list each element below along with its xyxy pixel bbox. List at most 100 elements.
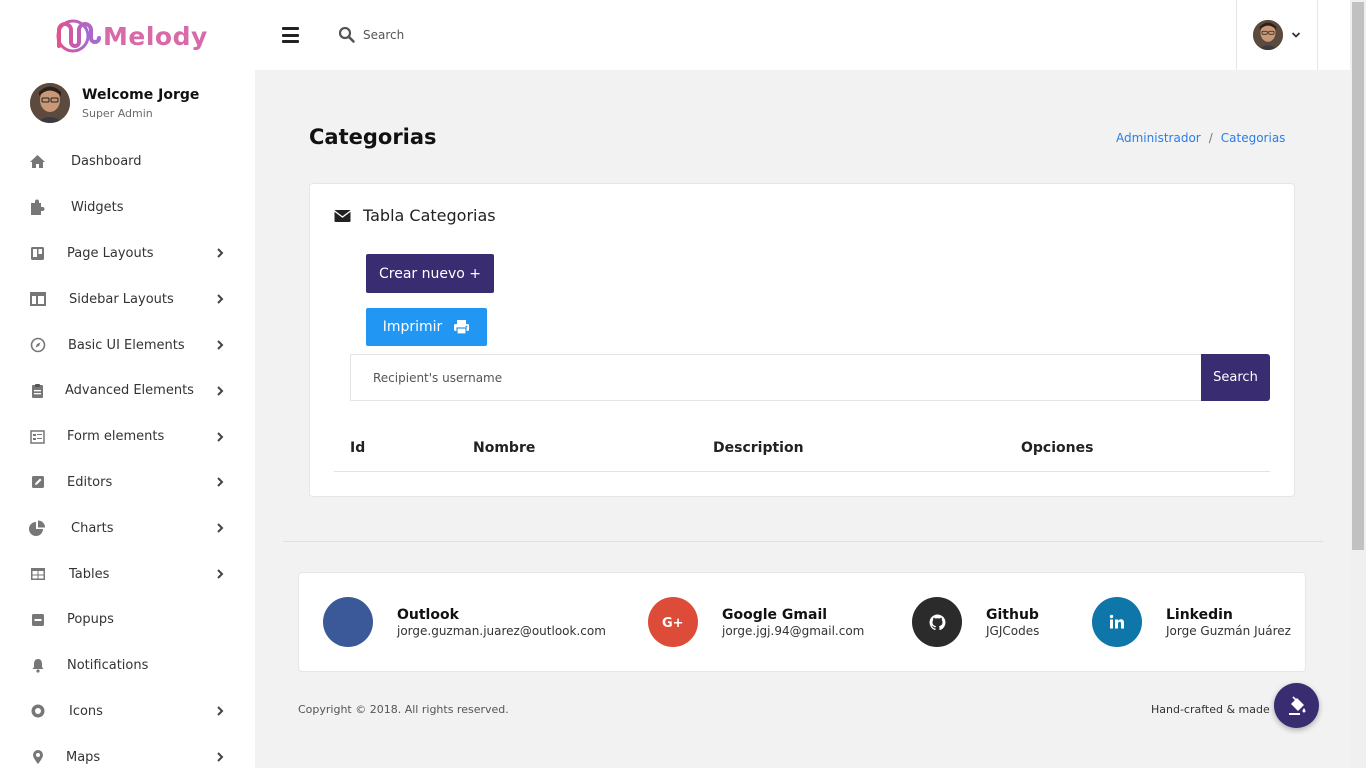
sidebar-item-label: Icons <box>69 703 103 719</box>
bell-icon <box>29 657 46 674</box>
footer-copyright: Copyright © 2018. All rights reserved. <box>298 703 509 716</box>
contact-name: Github <box>986 606 1039 623</box>
sidebar-profile[interactable]: Welcome Jorge Super Admin <box>30 83 199 123</box>
contact-linkedin[interactable]: Linkedin Jorge Guzmán Juárez <box>1092 597 1291 647</box>
chevron-right-icon <box>217 431 224 442</box>
scrollbar-thumb[interactable] <box>1352 2 1364 550</box>
avatar <box>1253 20 1283 50</box>
avatar <box>30 83 70 123</box>
page-title: Categorias <box>309 125 437 149</box>
search-input[interactable] <box>363 24 663 46</box>
user-menu[interactable] <box>1236 0 1318 70</box>
contact-name: Outlook <box>397 606 459 623</box>
sidebar-item-label: Sidebar Layouts <box>69 291 174 307</box>
table-icon <box>29 566 46 583</box>
search-icon <box>338 26 355 43</box>
form-icon <box>29 428 46 445</box>
breadcrumb-separator: / <box>1208 131 1213 145</box>
sidebar: Melody Welcome Jorge Super Admin Dashboa… <box>0 0 255 768</box>
chevron-down-icon <box>1291 32 1301 38</box>
sidebar-item-label: Basic UI Elements <box>68 337 185 353</box>
card-title: Tabla Categorias <box>363 206 496 225</box>
breadcrumb-item[interactable]: Administrador <box>1116 131 1201 145</box>
breadcrumb-item-active[interactable]: Categorias <box>1221 131 1286 145</box>
sidebar-item-tables[interactable]: Tables <box>0 551 255 597</box>
print-button[interactable]: Imprimir <box>366 308 487 346</box>
map-marker-icon <box>29 749 46 766</box>
column-header-description: Description <box>713 440 804 456</box>
column-header-nombre: Nombre <box>473 440 536 456</box>
recipient-input[interactable] <box>350 354 1202 401</box>
footer-handcrafted: Hand-crafted & made w <box>1151 703 1271 716</box>
page-scrollbar[interactable] <box>1350 0 1366 768</box>
menu-toggle-icon[interactable] <box>282 27 299 43</box>
sidebar-item-label: Advanced Elements <box>65 383 194 399</box>
contact-google-gmail[interactable]: G+ Google Gmail jorge.jgj.94@gmail.com <box>648 597 864 647</box>
breadcrumb: Administrador / Categorias <box>1116 131 1285 145</box>
compass-icon <box>29 337 46 354</box>
google-plus-icon: G+ <box>648 597 698 647</box>
chevron-right-icon <box>217 340 224 350</box>
github-icon <box>912 597 962 647</box>
home-icon <box>29 153 46 170</box>
paint-bucket-icon <box>1288 695 1305 715</box>
section-divider <box>283 541 1323 542</box>
clipboard-icon <box>29 382 46 399</box>
sidebar-item-popups[interactable]: Popups <box>0 597 255 643</box>
categories-card: Tabla Categorias Crear nuevo + Imprimir … <box>309 183 1295 497</box>
brand-logo[interactable]: Melody <box>55 18 208 54</box>
sidebar-item-label: Page Layouts <box>67 245 154 261</box>
pie-chart-icon <box>29 520 46 537</box>
printer-icon <box>454 320 470 335</box>
contact-detail: Jorge Guzmán Juárez <box>1166 623 1291 638</box>
linkedin-icon <box>1092 597 1142 647</box>
theme-settings-button[interactable] <box>1274 683 1319 728</box>
edit-icon <box>29 474 46 491</box>
chevron-right-icon <box>217 386 224 396</box>
sidebar-item-form-elements[interactable]: Form elements <box>0 414 255 460</box>
sidebar-item-label: Popups <box>67 612 114 628</box>
contact-github[interactable]: Github JGJCodes <box>912 597 1039 647</box>
puzzle-icon <box>29 199 46 216</box>
search-button[interactable]: Search <box>1201 354 1270 401</box>
sidebar-item-page-layouts[interactable]: Page Layouts <box>0 231 255 277</box>
sidebar-item-label: Notifications <box>67 658 149 674</box>
sidebar-item-basic-ui-elements[interactable]: Basic UI Elements <box>0 322 255 368</box>
chevron-right-icon <box>217 248 224 259</box>
sidebar-item-widgets[interactable]: Widgets <box>0 185 255 231</box>
chevron-right-icon <box>217 294 224 304</box>
chevron-right-icon <box>217 477 224 488</box>
minus-square-icon <box>29 611 46 628</box>
envelope-icon <box>334 209 351 222</box>
sidebar-item-label: Form elements <box>67 429 165 445</box>
sidebar-item-maps[interactable]: Maps <box>0 734 255 768</box>
print-button-label: Imprimir <box>382 319 443 335</box>
profile-name: Welcome Jorge <box>82 86 200 103</box>
sidebar-item-dashboard[interactable]: Dashboard <box>0 139 255 185</box>
svg-text:G+: G+ <box>662 616 684 629</box>
sidebar-item-label: Editors <box>67 474 113 490</box>
dot-circle-icon <box>29 703 46 720</box>
column-header-id: Id <box>350 440 366 456</box>
trello-icon <box>29 245 46 262</box>
sidebar-item-sidebar-layouts[interactable]: Sidebar Layouts <box>0 276 255 322</box>
create-new-button[interactable]: Crear nuevo + <box>366 254 494 293</box>
contact-name: Google Gmail <box>722 606 828 623</box>
contact-detail: jorge.guzman.juarez@outlook.com <box>397 623 606 638</box>
sidebar-item-advanced-elements[interactable]: Advanced Elements <box>0 368 255 414</box>
contact-detail: JGJCodes <box>986 623 1040 638</box>
logo-mark-icon <box>56 19 101 53</box>
chevron-right-icon <box>217 569 224 579</box>
sidebar-item-notifications[interactable]: Notifications <box>0 643 255 689</box>
sidebar-item-editors[interactable]: Editors <box>0 460 255 506</box>
sidebar-item-icons[interactable]: Icons <box>0 689 255 735</box>
contacts-panel: Outlook jorge.guzman.juarez@outlook.com … <box>298 572 1306 672</box>
table-header-row: Id Nombre Description Opciones <box>334 430 1270 472</box>
chevron-right-icon <box>217 523 224 533</box>
profile-role: Super Admin <box>82 106 153 120</box>
column-header-opciones: Opciones <box>1021 440 1094 456</box>
chevron-right-icon <box>217 706 224 717</box>
brand-name: Melody <box>103 21 208 51</box>
contact-outlook[interactable]: Outlook jorge.guzman.juarez@outlook.com <box>323 597 606 647</box>
sidebar-item-charts[interactable]: Charts <box>0 505 255 551</box>
